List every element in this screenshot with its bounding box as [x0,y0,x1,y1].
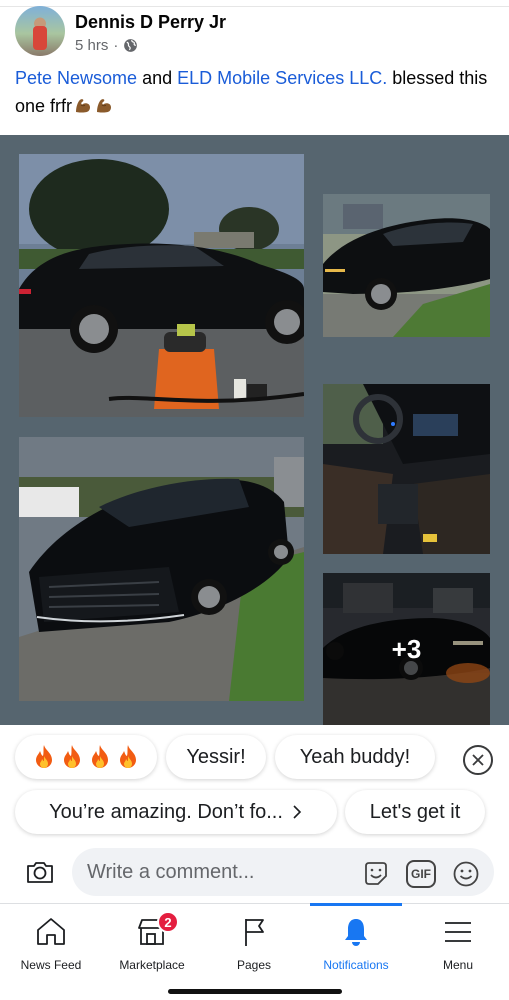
nav-marketplace[interactable]: 2 Marketplace [101,904,203,974]
tagged-person-link[interactable]: Pete Newsome [15,68,137,88]
meta-separator: · [113,37,119,54]
nav-menu[interactable]: Menu [407,904,509,974]
more-photos-count[interactable]: +3 [323,573,490,725]
home-icon [37,918,65,945]
comment-bar: Write a comment... GIF [0,845,509,903]
author-avatar[interactable] [15,6,65,56]
quick-reply-fire-emojis[interactable] [15,735,157,779]
quick-reply-suggestions: Yessir! Yeah buddy! You’re amazing. Don’… [0,725,509,845]
nav-label: Pages [236,958,272,972]
sticker-icon[interactable] [362,860,390,888]
globe-icon [124,39,138,52]
divider [0,6,509,7]
menu-icon [445,922,471,942]
bell-icon [345,919,367,946]
comment-placeholder: Write a comment... [87,861,255,883]
emoji-icon[interactable] [452,860,480,888]
bottom-navigation: News Feed 2 Marketplace Pages Notificati… [0,903,509,1000]
camera-icon[interactable] [25,857,55,887]
quick-reply-label: You’re amazing. Don’t fo... [49,800,283,823]
nav-pages[interactable]: Pages [203,904,305,974]
nav-label: News Feed [20,958,82,972]
flexed-biceps-emoji [76,99,91,113]
nav-news-feed[interactable]: News Feed [0,904,102,974]
post-joiner: and [142,68,173,88]
fire-emoji [64,745,80,768]
photo-collage: +3 [0,135,509,725]
home-indicator[interactable] [168,989,342,994]
flag-icon [245,919,264,946]
post-time[interactable]: 5 hrs [75,37,108,54]
tagged-page-link[interactable]: ELD Mobile Services LLC. [177,68,387,88]
fire-emoji [92,745,108,768]
fire-emoji [36,745,52,768]
nav-label: Notifications [323,958,389,972]
photo-car-interior[interactable] [323,384,490,554]
post-text: Pete Newsome and ELD Mobile Services LLC… [15,64,500,120]
nav-notifications[interactable]: Notifications [305,904,407,974]
nav-label: Marketplace [119,958,185,972]
photo-car-side-with-vacuum[interactable] [19,154,304,417]
quick-reply-lets-get-it[interactable]: Let's get it [345,790,485,834]
chevron-right-icon [293,805,302,819]
photo-car-front[interactable] [19,437,304,701]
author-name[interactable]: Dennis D Perry Jr [75,12,226,33]
comment-input[interactable]: Write a comment... GIF [72,848,494,896]
close-icon [472,754,484,766]
fire-emoji [120,745,136,768]
flexed-biceps-emoji [97,99,112,113]
dismiss-suggestions-button[interactable] [463,745,493,775]
quick-reply-yeah-buddy[interactable]: Yeah buddy! [275,735,435,779]
facebook-post-screen: Dennis D Perry Jr 5 hrs · Pete Newsome a… [0,0,509,1000]
marketplace-badge: 2 [157,911,179,933]
photo-car-night[interactable]: +3 [323,573,490,725]
post-meta: 5 hrs · [75,37,138,54]
gif-icon[interactable]: GIF [406,860,436,888]
nav-label: Menu [442,958,474,972]
photo-car-front-angle[interactable] [323,194,490,337]
post-header: Dennis D Perry Jr 5 hrs · Pete Newsome a… [0,0,509,130]
quick-reply-yessir[interactable]: Yessir! [166,735,266,779]
quick-reply-youre-amazing[interactable]: You’re amazing. Don’t fo... [15,790,337,834]
